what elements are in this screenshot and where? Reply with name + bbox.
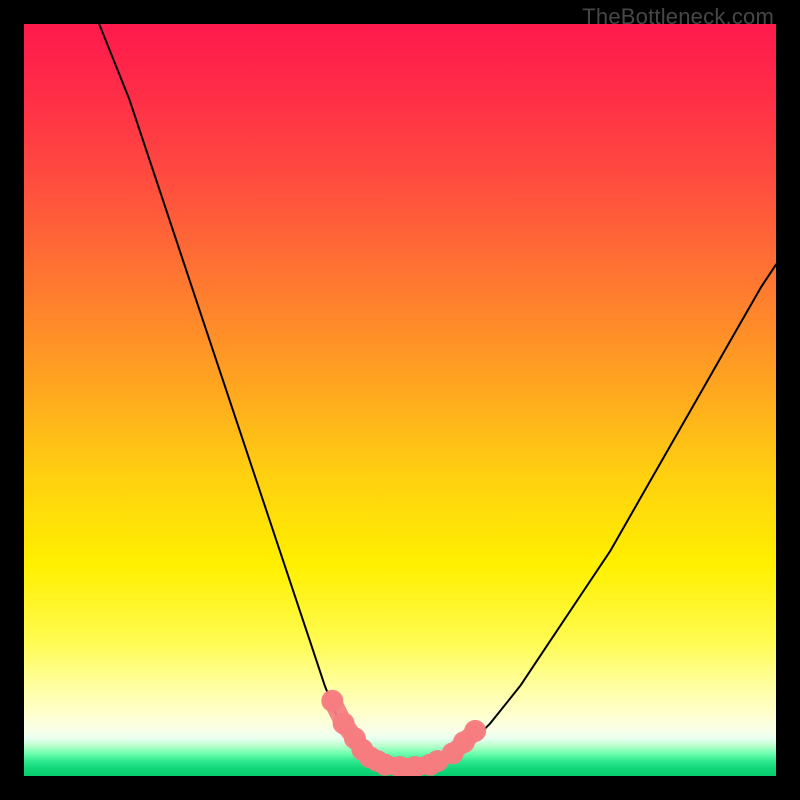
curve-path: [99, 24, 776, 769]
watermark-text: TheBottleneck.com: [582, 4, 774, 30]
curve-svg: [24, 24, 776, 776]
chart-frame: TheBottleneck.com: [0, 0, 800, 800]
highlight-dots: [321, 690, 486, 776]
plot-area: [24, 24, 776, 776]
bottleneck-curve: [99, 24, 776, 769]
highlight-dot: [321, 690, 343, 712]
highlight-dot: [464, 720, 486, 742]
